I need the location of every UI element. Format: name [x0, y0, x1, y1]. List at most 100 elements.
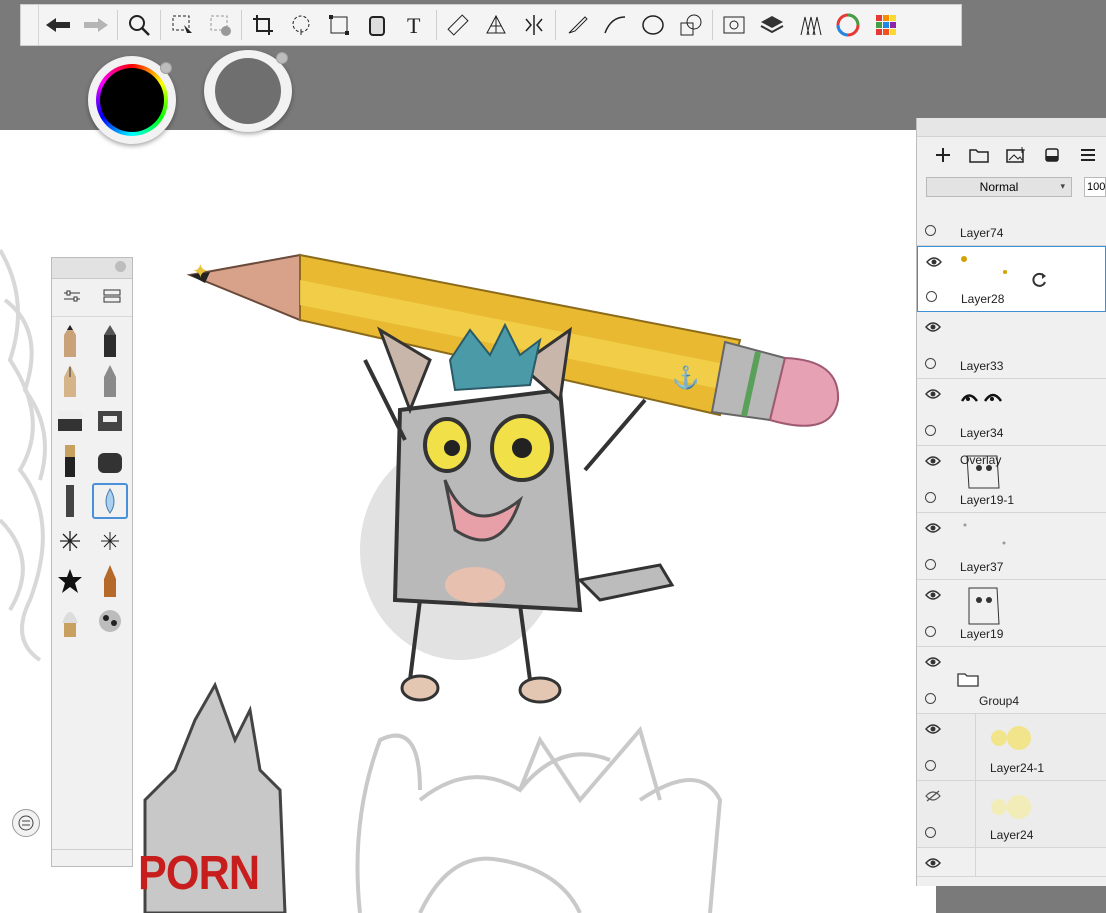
splatter-brush[interactable] — [52, 563, 88, 599]
background-sketch-bottom — [355, 725, 723, 913]
layer-row[interactable]: Layer37 — [917, 513, 1106, 580]
selection-clear-icon[interactable] — [201, 6, 239, 44]
layer-thumbnail — [987, 720, 1047, 760]
eye-icon[interactable] — [925, 655, 941, 667]
sync-icon[interactable] — [1030, 271, 1048, 294]
drawing-canvas[interactable]: ⚓ ✦ — [0, 130, 916, 913]
transform-icon[interactable] — [320, 6, 358, 44]
layer-select-radio[interactable] — [925, 425, 936, 436]
timelapse-icon[interactable] — [715, 6, 753, 44]
perspective-icon[interactable] — [477, 6, 515, 44]
star-brush-1[interactable] — [52, 523, 88, 559]
layer-row[interactable]: Layer33 — [917, 312, 1106, 379]
layer-select-radio[interactable] — [926, 291, 937, 302]
quick-menu-button[interactable] — [12, 809, 40, 837]
layer-row[interactable]: Layer74 — [917, 204, 1106, 246]
layer-name: Layer37 — [960, 560, 1004, 574]
layers-menu-icon[interactable] — [1070, 140, 1106, 170]
layer-name: Layer28 — [961, 292, 1005, 306]
layer-select-radio[interactable] — [925, 827, 936, 838]
layer-name: Layer24 — [990, 828, 1034, 842]
eye-icon[interactable] — [925, 387, 941, 399]
smudge-brush[interactable] — [92, 443, 128, 479]
layers-panel-titlebar[interactable] — [917, 118, 1106, 137]
eye-icon[interactable] — [925, 722, 941, 734]
eye-icon[interactable] — [926, 255, 942, 267]
opacity-field[interactable]: 100 — [1084, 177, 1106, 197]
layer-row[interactable]: Overlay Layer19-1 — [917, 446, 1106, 513]
layer-select-radio[interactable] — [925, 492, 936, 503]
color-wheel-icon[interactable] — [829, 6, 867, 44]
chalk-brush[interactable] — [92, 563, 128, 599]
eye-icon[interactable] — [925, 320, 941, 332]
secondary-color-swatch — [215, 58, 281, 124]
watermark-text: PORN — [138, 847, 260, 900]
layer-mask-icon[interactable] — [1034, 140, 1070, 170]
pencil-brush[interactable] — [52, 323, 88, 359]
noise-brush[interactable] — [92, 603, 128, 639]
secondary-color-handle[interactable] — [276, 52, 288, 64]
text-icon[interactable]: T — [396, 6, 434, 44]
svg-text:✦: ✦ — [192, 261, 209, 283]
ellipse-icon[interactable] — [634, 6, 672, 44]
primary-color-handle[interactable] — [160, 62, 172, 74]
layer-select-radio[interactable] — [925, 760, 936, 771]
layer-row[interactable]: Layer24-1 — [917, 714, 1106, 781]
layer-select-radio[interactable] — [925, 225, 936, 236]
redo-icon[interactable] — [77, 6, 115, 44]
curve-icon[interactable] — [596, 6, 634, 44]
layer-select-radio[interactable] — [925, 693, 936, 704]
ink-pen-brush[interactable] — [52, 363, 88, 399]
symmetry-icon[interactable] — [515, 6, 553, 44]
paint-brush[interactable] — [52, 443, 88, 479]
selection-icon[interactable] — [163, 6, 201, 44]
toolbar-grip[interactable] — [21, 5, 39, 45]
brush-palette-close[interactable] — [115, 261, 126, 272]
eye-icon[interactable] — [925, 856, 941, 868]
eye-hidden-icon[interactable] — [925, 789, 941, 802]
eraser-brush[interactable] — [52, 403, 88, 439]
shapes-icon[interactable] — [672, 6, 710, 44]
layer-row[interactable]: Layer28 — [917, 246, 1106, 312]
eye-icon[interactable] — [925, 588, 941, 600]
star-brush-2[interactable] — [92, 523, 128, 559]
add-layer-icon[interactable] — [925, 140, 961, 170]
layers-icon[interactable] — [753, 6, 791, 44]
add-group-icon[interactable] — [961, 140, 997, 170]
brush-settings-icon[interactable] — [63, 289, 81, 308]
lasso-icon[interactable] — [282, 6, 320, 44]
eye-icon[interactable] — [925, 521, 941, 533]
fan-brush[interactable] — [52, 603, 88, 639]
brush-library-icon[interactable] — [791, 6, 829, 44]
add-image-layer-icon[interactable] — [997, 140, 1033, 170]
secondary-color-well[interactable] — [204, 50, 292, 132]
layer-row[interactable] — [917, 848, 1106, 877]
ruler-icon[interactable] — [439, 6, 477, 44]
layer-select-radio[interactable] — [925, 358, 936, 369]
fill-icon[interactable] — [358, 6, 396, 44]
airbrush-brush[interactable] — [92, 363, 128, 399]
pen-icon[interactable] — [558, 6, 596, 44]
layer-select-radio[interactable] — [925, 626, 936, 637]
water-drop-brush[interactable] — [92, 483, 128, 519]
crop-icon[interactable] — [244, 6, 282, 44]
layer-row[interactable]: Layer24 — [917, 781, 1106, 848]
layer-name: Group4 — [979, 694, 1020, 708]
layer-row[interactable]: Layer19 — [917, 580, 1106, 647]
brush-palette-header[interactable] — [52, 258, 132, 279]
hard-eraser-brush[interactable] — [92, 403, 128, 439]
layer-blend-label: Overlay — [960, 453, 1002, 467]
primary-color-well[interactable] — [88, 56, 176, 144]
blend-mode-select[interactable]: Normal ▾ — [926, 177, 1072, 197]
layer-thumbnail — [957, 385, 1017, 425]
layer-row[interactable]: Group4 — [917, 647, 1106, 714]
color-palette-icon[interactable] — [867, 6, 905, 44]
marker-brush[interactable] — [92, 323, 128, 359]
eye-icon[interactable] — [925, 454, 941, 466]
magnify-icon[interactable] — [120, 6, 158, 44]
brush-sets-icon[interactable] — [103, 289, 121, 308]
texture-brush[interactable] — [52, 483, 88, 519]
layer-row[interactable]: Layer34 — [917, 379, 1106, 446]
undo-icon[interactable] — [39, 6, 77, 44]
layer-select-radio[interactable] — [925, 559, 936, 570]
